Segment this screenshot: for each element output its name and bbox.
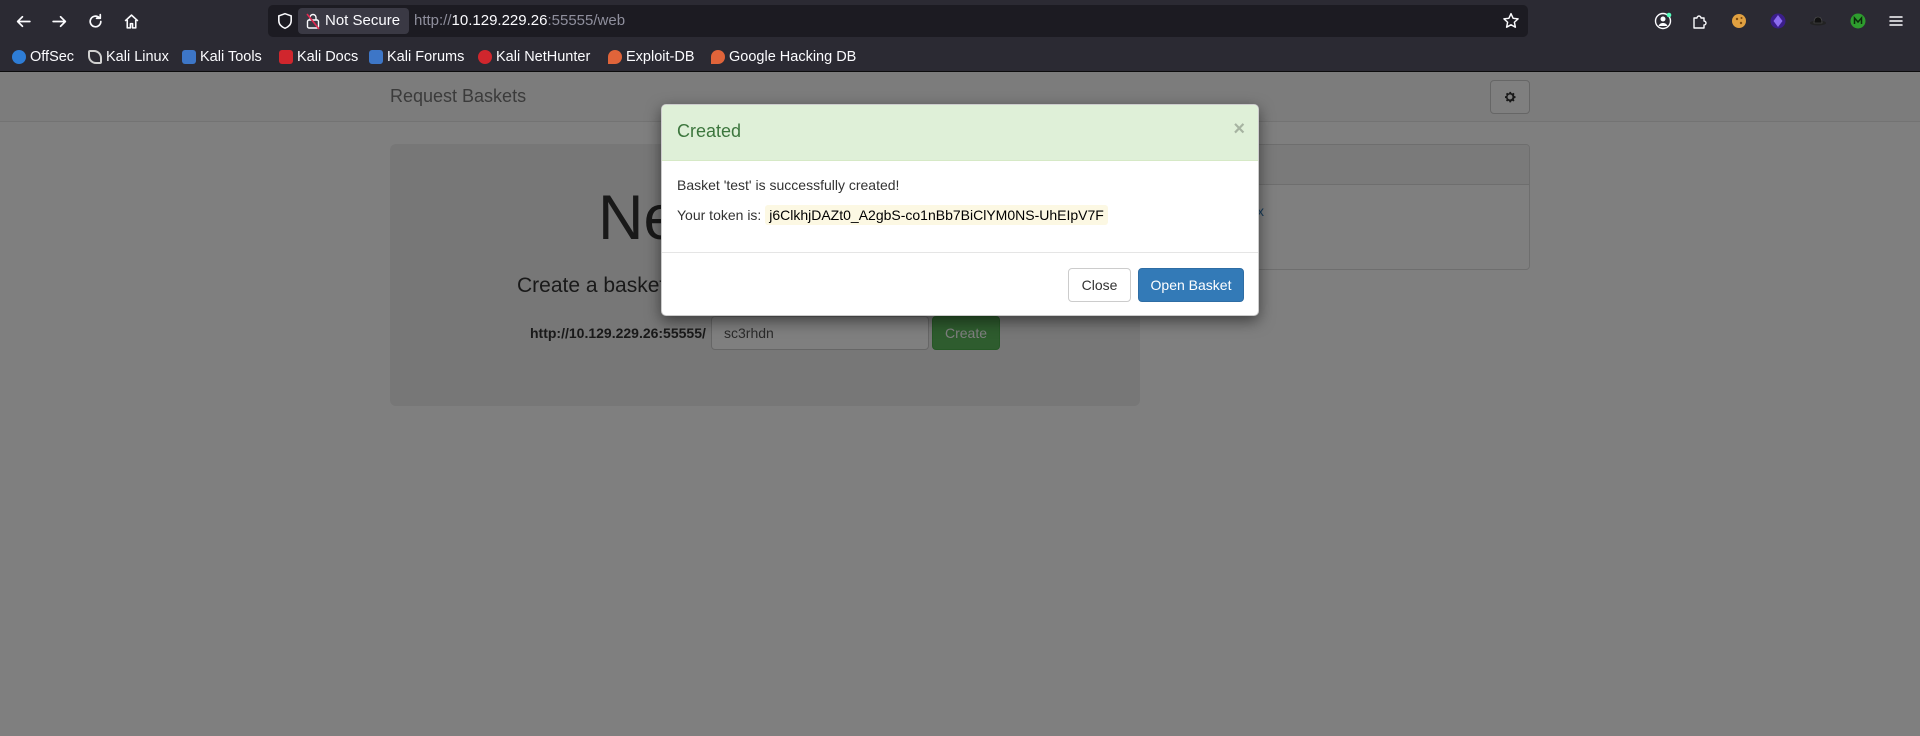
ghdb-icon (711, 50, 725, 64)
token-line: Your token is: j6ClkhjDAZt0_A2gbS-co1nBb… (677, 205, 1243, 225)
kali-nethunter-icon (478, 50, 492, 64)
bookmark-label: Kali Forums (387, 49, 465, 65)
bookmark-kali-linux[interactable]: Kali Linux (88, 48, 169, 66)
offsec-icon (12, 50, 26, 64)
close-button[interactable]: Close (1068, 268, 1131, 302)
dialog-header: Created × (662, 105, 1258, 161)
arrow-right-icon (51, 15, 66, 27)
dialog-body: Basket 'test' is successfully created! Y… (677, 175, 1243, 225)
lock-broken-icon (306, 13, 320, 30)
bookmark-label: Kali Docs (297, 49, 359, 65)
hat-extension-icon[interactable] (1808, 11, 1828, 31)
open-basket-button[interactable]: Open Basket (1138, 268, 1244, 302)
kali-dragon-icon (88, 50, 102, 64)
close-icon[interactable]: × (1233, 119, 1245, 139)
kali-tools-icon (182, 50, 196, 64)
token-label: Your token is: (677, 207, 762, 223)
url-rest: :55555/web (547, 12, 626, 29)
bookmark-star-icon[interactable] (1502, 12, 1520, 30)
kali-forums-icon (369, 50, 383, 64)
bookmark-label: Kali NetHunter (496, 49, 591, 65)
url-prefix: http:// (414, 12, 452, 29)
exploit-db-icon (608, 50, 622, 64)
cookie-extension-icon[interactable] (1729, 11, 1749, 31)
bookmark-label: OffSec (30, 49, 75, 65)
bookmark-google-hacking-db[interactable]: Google Hacking DB (711, 48, 856, 66)
dialog-footer: Close Open Basket (662, 252, 1258, 315)
extensions-puzzle-icon[interactable] (1690, 11, 1710, 31)
menu-icon[interactable] (1886, 11, 1906, 31)
url-host: 10.129.229.26 (451, 12, 548, 29)
bookmark-label: Kali Linux (106, 49, 169, 65)
bookmarks-bar: OffSec Kali Linux Kali Tools Kali Docs K… (0, 42, 1920, 72)
bookmark-label: Exploit-DB (626, 49, 695, 65)
reload-icon (88, 13, 102, 28)
not-secure-badge[interactable]: Not Secure (298, 8, 410, 34)
url-text[interactable]: http://10.129.229.26:55555/web (414, 5, 625, 37)
bookmark-kali-docs[interactable]: Kali Docs (279, 48, 358, 66)
dialog-title: Created (677, 121, 742, 141)
back-button[interactable] (11, 9, 35, 33)
account-icon[interactable] (1653, 11, 1673, 31)
not-secure-label: Not Secure (325, 12, 401, 29)
kali-docs-icon (279, 50, 293, 64)
success-message: Basket 'test' is successfully created! (677, 177, 900, 193)
shield-icon[interactable] (276, 12, 294, 30)
bookmark-label: Kali Tools (200, 49, 262, 65)
reload-button[interactable] (83, 9, 107, 33)
bookmark-offsec[interactable]: OffSec (12, 48, 74, 66)
home-icon (124, 13, 138, 29)
forward-button[interactable] (47, 9, 71, 33)
browser-toolbar: Not Secure http://10.129.229.26:55555/we… (0, 0, 1920, 42)
home-button[interactable] (119, 9, 143, 33)
green-extension-icon[interactable] (1848, 11, 1868, 31)
address-bar[interactable]: Not Secure http://10.129.229.26:55555/we… (268, 5, 1528, 37)
bookmark-kali-tools[interactable]: Kali Tools (182, 48, 262, 66)
created-dialog: Created × Basket 'test' is successfully … (661, 104, 1259, 316)
purple-extension-icon[interactable] (1768, 11, 1788, 31)
bookmark-exploit-db[interactable]: Exploit-DB (608, 48, 695, 66)
bookmark-kali-forums[interactable]: Kali Forums (369, 48, 464, 66)
bookmark-kali-nethunter[interactable]: Kali NetHunter (478, 48, 590, 66)
bookmark-label: Google Hacking DB (729, 49, 857, 65)
token-value[interactable]: j6ClkhjDAZt0_A2gbS-co1nBb7BiClYM0NS-UhEI… (765, 205, 1108, 225)
arrow-left-icon (16, 15, 31, 27)
